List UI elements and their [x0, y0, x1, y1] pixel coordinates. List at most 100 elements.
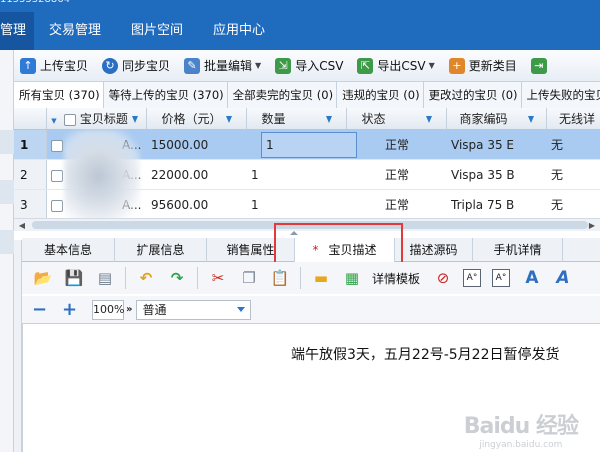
- filter-icon[interactable]: [225, 116, 232, 123]
- background-color-icon[interactable]: A°: [492, 269, 511, 287]
- row-price[interactable]: 22000.00: [147, 160, 247, 189]
- description-text[interactable]: 端午放假3天，五月22号-5月22日暂停发货: [291, 344, 560, 364]
- detail-template-button[interactable]: 详情模板: [372, 270, 420, 287]
- edit-icon: ✎: [184, 57, 201, 74]
- filter-icon[interactable]: [325, 116, 332, 123]
- undo-icon[interactable]: ↶: [135, 267, 157, 289]
- tab-basic-info[interactable]: 基本信息: [22, 238, 115, 262]
- sync-label: 同步宝贝: [122, 59, 171, 73]
- quantity-edit-input[interactable]: 1: [261, 132, 357, 158]
- more-toolbar-button[interactable]: ⇥: [525, 53, 559, 79]
- sidebar-block: [0, 130, 14, 154]
- row-number: 1: [14, 130, 47, 159]
- account-id: 11555328864: [0, 0, 70, 5]
- insert-image-icon[interactable]: ▬: [310, 267, 332, 289]
- items-grid: ▼ 宝贝标题 价格（元） 数量 状态 商家编码 无线详 1 A... 15000…: [14, 108, 600, 222]
- row-quantity[interactable]: 1: [247, 190, 347, 219]
- nav-item-manage[interactable]: 管理: [0, 12, 35, 50]
- select-all-checkbox[interactable]: [64, 113, 76, 126]
- row-quantity[interactable]: 1: [247, 160, 347, 189]
- zoom-input[interactable]: 100%: [92, 299, 124, 320]
- left-splitter[interactable]: [14, 240, 22, 452]
- document-icon[interactable]: ▤: [94, 267, 116, 289]
- sync-button[interactable]: ↻ 同步宝贝: [96, 53, 178, 79]
- row-checkbox[interactable]: [51, 169, 63, 182]
- header-title[interactable]: 宝贝标题: [61, 108, 147, 129]
- zoom-out-icon[interactable]: −: [32, 299, 47, 320]
- batch-edit-label: 批量编辑: [204, 59, 253, 73]
- filter-icon[interactable]: [425, 116, 432, 123]
- description-editor[interactable]: 端午放假3天，五月22号-5月22日暂停发货 Baidu 经验 jingyan.…: [22, 324, 600, 452]
- save-icon[interactable]: 💾: [63, 267, 85, 289]
- import-csv-button[interactable]: ⇲ 导入CSV: [269, 53, 351, 79]
- tab-pending-upload[interactable]: 等待上传的宝贝 (370): [103, 82, 228, 108]
- scroll-left-icon[interactable]: ◀: [16, 220, 28, 231]
- tab-extended-info[interactable]: 扩展信息: [115, 238, 207, 262]
- batch-edit-button[interactable]: ✎ 批量编辑 ▼: [178, 53, 269, 79]
- update-category-button[interactable]: + 更新类目: [443, 53, 525, 79]
- row-checkbox[interactable]: [51, 199, 63, 212]
- sync-icon: ↻: [102, 57, 119, 74]
- paragraph-format-select[interactable]: 普通: [136, 299, 252, 320]
- more-icon: ⇥: [530, 57, 547, 74]
- scroll-right-icon[interactable]: ▶: [586, 220, 598, 231]
- sidebar-block: [0, 230, 14, 254]
- open-folder-icon[interactable]: 📂: [32, 267, 54, 289]
- row-status: 正常: [384, 198, 409, 212]
- redo-icon[interactable]: ↷: [166, 267, 188, 289]
- paste-icon[interactable]: 📋: [269, 267, 291, 289]
- insert-table-icon[interactable]: ▦: [341, 267, 363, 289]
- import-csv-label: 导入CSV: [295, 59, 344, 73]
- format-bar: − + 100% » 普通: [22, 296, 600, 324]
- sidebar-collapsed[interactable]: [0, 50, 14, 452]
- copy-icon[interactable]: ❐: [238, 267, 260, 289]
- tab-sold-out[interactable]: 全部卖完的宝贝 (0): [227, 82, 338, 108]
- flash-icon[interactable]: ⊘: [432, 267, 454, 289]
- top-nav-bar: 11555328864 管理 交易管理 图片空间 应用中心: [0, 0, 600, 50]
- tab-violations[interactable]: 违规的宝贝 (0): [337, 82, 424, 108]
- zoom-more-icon[interactable]: »: [126, 304, 132, 315]
- editor-toolbar: 📂 💾 ▤ ↶ ↷ ✂ ❐ 📋 ▬ ▦ 详情模板 ⊘ A° A° A A: [22, 262, 600, 294]
- row-price[interactable]: 15000.00: [147, 130, 247, 159]
- filter-icon[interactable]: [131, 116, 138, 123]
- header-merchant-code[interactable]: 商家编码: [447, 108, 547, 129]
- toolbar-divider: [125, 267, 126, 289]
- filter-icon[interactable]: [527, 116, 534, 123]
- tab-all-items[interactable]: 所有宝贝 (370): [14, 82, 104, 108]
- row-price[interactable]: 95600.00: [147, 190, 247, 219]
- header-quantity[interactable]: 数量: [247, 108, 347, 129]
- nav-item-images[interactable]: 图片空间: [116, 12, 198, 50]
- upload-label: 上传宝贝: [40, 59, 89, 73]
- cut-icon[interactable]: ✂: [207, 267, 229, 289]
- nav-item-trade[interactable]: 交易管理: [34, 12, 116, 50]
- row-quantity: 1: [266, 138, 274, 152]
- row-merchant-code[interactable]: Vispa 35 B: [447, 160, 547, 189]
- header-status[interactable]: 状态: [347, 108, 447, 129]
- font-size-up-icon[interactable]: A: [521, 267, 543, 289]
- tab-mobile-details[interactable]: 手机详情: [473, 238, 563, 262]
- top-nav: 管理 交易管理 图片空间 应用中心: [0, 12, 280, 50]
- header-price[interactable]: 价格（元）: [147, 108, 247, 129]
- sort-arrow-icon[interactable]: ▼: [47, 108, 61, 129]
- font-color-icon[interactable]: A°: [463, 269, 482, 287]
- row-checkbox[interactable]: [51, 139, 63, 152]
- upload-button[interactable]: ↑ 上传宝贝: [14, 53, 96, 79]
- tab-description-source[interactable]: 描述源码: [395, 238, 473, 262]
- export-csv-button[interactable]: ⇱ 导出CSV ▼: [351, 53, 442, 79]
- row-merchant-code[interactable]: Vispa 35 E: [447, 130, 547, 159]
- tab-upload-failed[interactable]: 上传失败的宝贝: [521, 82, 600, 108]
- row-status: 正常: [384, 168, 409, 182]
- nav-item-apps[interactable]: 应用中心: [198, 12, 280, 50]
- chevron-down-icon[interactable]: ▼: [255, 61, 261, 70]
- grid-header: ▼ 宝贝标题 价格（元） 数量 状态 商家编码 无线详: [14, 108, 600, 130]
- header-wireless[interactable]: 无线详: [547, 108, 600, 129]
- tab-modified[interactable]: 更改过的宝贝 (0): [423, 82, 522, 108]
- italic-icon[interactable]: A: [552, 267, 574, 289]
- zoom-in-icon[interactable]: +: [62, 299, 77, 320]
- export-icon: ⇱: [357, 57, 374, 74]
- row-merchant-code[interactable]: Tripla 75 B: [447, 190, 547, 219]
- row-wireless: 无: [551, 168, 564, 182]
- watermark-site: jingyan.baidu.com: [479, 440, 563, 450]
- chevron-down-icon[interactable]: ▼: [429, 61, 435, 70]
- list-tabs: 所有宝贝 (370) 等待上传的宝贝 (370) 全部卖完的宝贝 (0) 违规的…: [14, 82, 600, 108]
